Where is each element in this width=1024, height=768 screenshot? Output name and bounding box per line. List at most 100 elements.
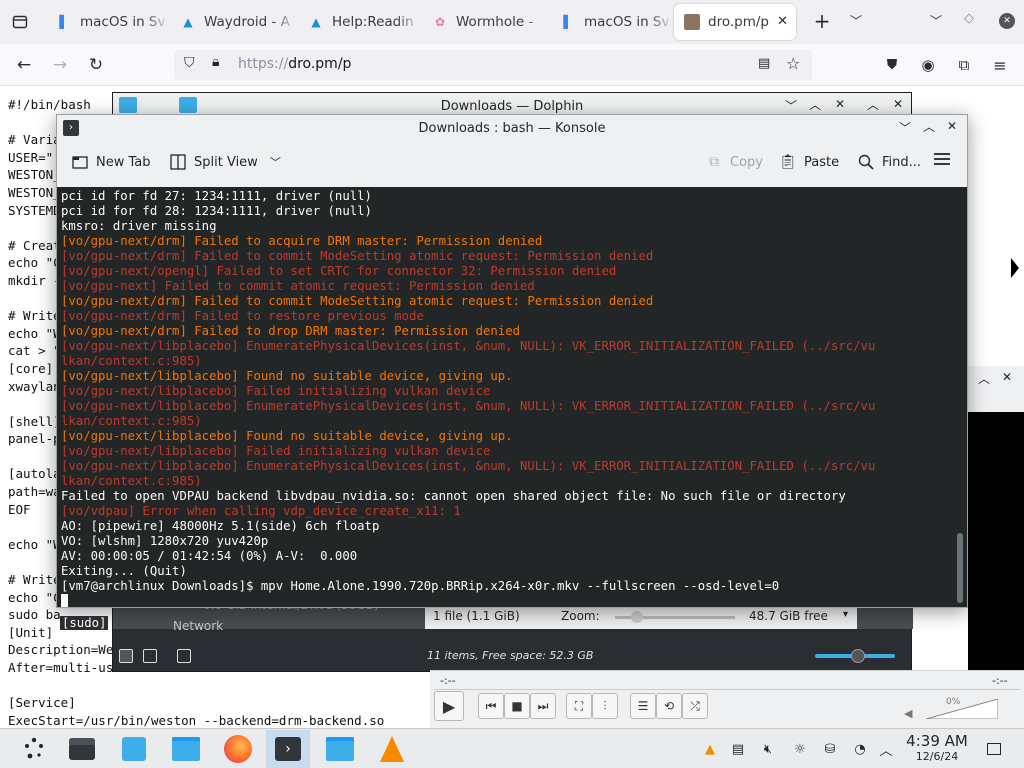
url-bar[interactable]: ⛉ 🔒︎ https://dro.pm/p ▤ ☆: [174, 50, 812, 80]
clock-time: 4:39 AM: [906, 732, 968, 750]
fullscreen-button[interactable]: ⛶: [566, 693, 592, 719]
terminal-line: [vo/gpu-next/libplacebo] Failed initiali…: [61, 384, 491, 398]
discover-icon: [122, 737, 146, 761]
stop-button[interactable]: ■: [504, 693, 530, 719]
forward-button[interactable]: →: [48, 53, 72, 77]
konsole-icon: ›: [275, 737, 301, 761]
dolphin-folder-view-icon[interactable]: [119, 649, 133, 663]
extensions-icon[interactable]: ⧉: [952, 53, 976, 77]
hamburger-menu-button[interactable]: [933, 151, 951, 171]
dolphin-zoom-slider[interactable]: [815, 649, 895, 663]
tab-overflow-chevron-icon[interactable]: ﹀: [850, 12, 862, 29]
terminal-output[interactable]: pci id for fd 27: 1234:1111, driver (nul…: [57, 187, 967, 607]
play-button[interactable]: ▶: [434, 691, 464, 721]
pocket-icon[interactable]: ⛊: [880, 53, 904, 77]
account-icon[interactable]: ◉: [916, 53, 940, 77]
firefox-view-button[interactable]: [8, 10, 32, 34]
bookmark-star-icon[interactable]: ☆: [786, 54, 800, 73]
taskbar-dolphin[interactable]: [164, 730, 208, 768]
time-remaining: -:--: [992, 674, 1008, 687]
dolphin-panel-icon[interactable]: [177, 649, 191, 663]
new-tab-button[interactable]: +: [810, 10, 834, 34]
tray-clipboard-icon[interactable]: ▤: [728, 739, 748, 759]
konsole-minimize-icon[interactable]: ﹀: [899, 119, 911, 136]
wormhole-icon: ✿: [434, 15, 446, 29]
dolphin-status-text: 11 items, Free space: 52.3 GB: [427, 649, 594, 662]
taskbar-system-settings[interactable]: [60, 730, 104, 768]
terminal-scrollbar[interactable]: [957, 533, 963, 603]
free-space-chevron-icon[interactable]: ▾: [843, 609, 848, 620]
url-text[interactable]: https://dro.pm/p: [238, 56, 351, 72]
shuffle-button[interactable]: ⤮: [682, 693, 708, 719]
tray-disk-icon[interactable]: ⛁: [820, 739, 840, 759]
dolphin-folder-icon-2: [179, 97, 197, 113]
paste-button[interactable]: 📋︎ Paste: [779, 153, 839, 171]
extended-settings-button[interactable]: ⫶: [592, 693, 618, 719]
taskbar-konsole[interactable]: ›: [266, 730, 310, 768]
places-network[interactable]: Network: [173, 619, 223, 633]
terminal-line: [vo/gpu-next/drm] Failed to drop DRM mas…: [61, 324, 521, 338]
terminal-line: [vo/gpu-next/libplacebo] EnumeratePhysic…: [61, 399, 876, 413]
split-view-button[interactable]: Split View ﹀: [169, 153, 281, 171]
app-launcher[interactable]: [12, 730, 56, 768]
tab-label: Wormhole -: [456, 14, 534, 30]
search-icon: [857, 153, 875, 171]
seek-bar[interactable]: [434, 689, 1020, 690]
volume-wedge-icon: [925, 698, 999, 720]
konsole-maximize-icon[interactable]: ︿: [923, 118, 935, 135]
next-button[interactable]: ⏭: [530, 693, 556, 719]
playlist-button[interactable]: ☰: [630, 693, 656, 719]
tracking-shield-icon[interactable]: ⛉: [184, 55, 195, 71]
free-space: 48.7 GiB free: [749, 609, 828, 623]
terminal-line: Exiting... (Quit): [61, 564, 187, 578]
taskbar-vlc[interactable]: [370, 730, 414, 768]
speaker-icon[interactable]: ◀: [904, 707, 912, 720]
browser-tab[interactable]: ▌ macOS in Sv: [46, 4, 170, 40]
dolphin2-close-icon[interactable]: ✕: [893, 97, 903, 111]
bg-window-maximize-icon[interactable]: ︿: [978, 370, 990, 387]
terminal-line: [vo/gpu-next/libplacebo] EnumeratePhysic…: [61, 459, 876, 473]
window-restore-icon[interactable]: ◇: [964, 11, 974, 26]
loop-button[interactable]: ⟲: [656, 693, 682, 719]
browser-tab[interactable]: ▲ Waydroid - A: [170, 4, 298, 40]
taskbar-firefox[interactable]: [216, 730, 260, 768]
find-button[interactable]: Find...: [857, 153, 921, 171]
browser-tab[interactable]: ✿ Wormhole -: [422, 4, 550, 40]
back-button[interactable]: ←: [12, 53, 36, 77]
volume-slider[interactable]: 0%: [925, 697, 999, 720]
reader-view-icon[interactable]: ▤: [758, 56, 770, 71]
terminal-line: [vo/gpu-next/libplacebo] EnumeratePhysic…: [61, 339, 876, 353]
close-tab-icon[interactable]: ✕: [777, 14, 788, 29]
bg-window-close-icon[interactable]: ✕: [1002, 370, 1012, 384]
list-tabs-chevron-icon[interactable]: ﹀: [930, 12, 942, 29]
zoom-slider[interactable]: [615, 611, 735, 623]
browser-nav-bar: ← → ↻ ⛉ 🔒︎ https://dro.pm/p ▤ ☆ ⛊ ◉ ⧉ ≡: [0, 44, 1024, 86]
browser-tab-active[interactable]: dro.pm/p ✕: [674, 4, 796, 40]
copy-button[interactable]: ⧉ Copy: [705, 153, 763, 171]
tray-brightness-icon[interactable]: ☼: [790, 739, 810, 759]
tray-audio-muted-icon[interactable]: 🔇︎: [758, 739, 778, 759]
page-text-line: [8, 677, 408, 695]
dolphin-terminal-icon[interactable]: [143, 649, 157, 663]
browser-tab[interactable]: ▲ Help:Readin: [298, 4, 422, 40]
terminal-line: [vo/gpu-next/libplacebo] Found no suitab…: [61, 429, 513, 443]
tray-updates-icon[interactable]: ◔: [850, 739, 870, 759]
window-close-icon[interactable]: ✕: [999, 13, 1015, 29]
taskbar-discover[interactable]: [112, 730, 156, 768]
new-tab-button[interactable]: New Tab: [71, 153, 151, 171]
lock-icon[interactable]: 🔒︎: [212, 54, 219, 70]
dolphin2-maximize-icon[interactable]: ︿: [867, 96, 879, 113]
background-window: ︿ ✕: [968, 366, 1024, 670]
tray-expand-chevron-icon[interactable]: ︿: [876, 739, 896, 759]
konsole-toolbar: New Tab Split View ﹀ ⧉ Copy 📋︎ Paste Fin…: [57, 141, 967, 187]
terminal-line: lkan/context.c:985): [61, 414, 202, 428]
show-desktop-icon[interactable]: [984, 739, 1004, 759]
menu-icon[interactable]: ≡: [988, 53, 1012, 77]
clock[interactable]: 4:39 AM 12/6/24: [900, 732, 974, 764]
browser-tab[interactable]: ▌ macOS in Sv: [550, 4, 674, 40]
konsole-close-icon[interactable]: ✕: [947, 119, 957, 133]
tray-vlc-icon[interactable]: ▲: [700, 739, 720, 759]
reload-button[interactable]: ↻: [84, 53, 108, 77]
previous-button[interactable]: ⏮: [478, 693, 504, 719]
taskbar-dolphin-2[interactable]: [318, 730, 362, 768]
